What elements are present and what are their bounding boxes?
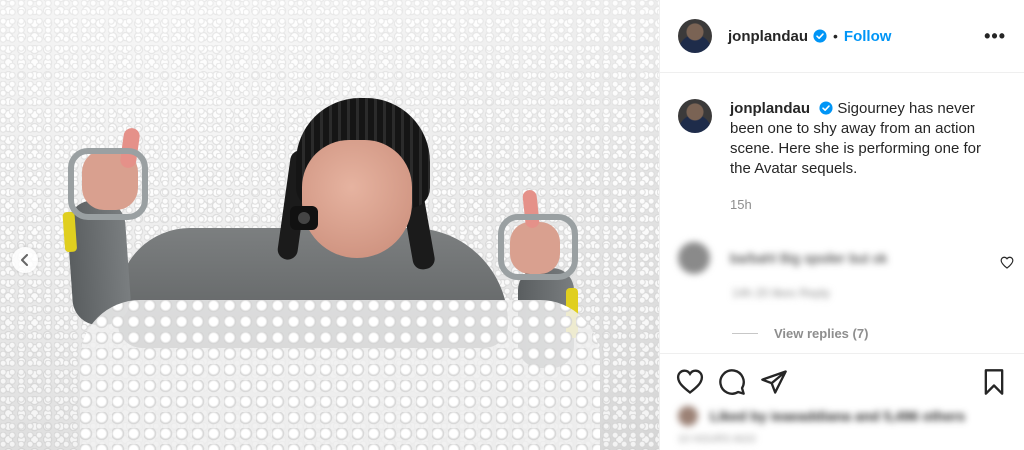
post-side-panel: jonplandau • Follow ••• jonplandau Sigou… [659,0,1024,450]
performer-left-glove [68,148,148,220]
post-actions-area: Liked by ieaeaddiana and 5,496 others 10… [660,353,1024,445]
left-cuff [62,211,78,253]
comment-meta: 14h 20 likes Reply [732,286,831,300]
performer-right-glove [498,214,578,280]
author-avatar[interactable] [678,19,712,53]
heart-icon[interactable] [1000,256,1014,269]
view-replies-label: View replies (7) [774,326,869,341]
verified-badge-icon [819,101,833,115]
post-time[interactable]: 15h [730,197,1024,212]
post-header: jonplandau • Follow ••• [660,0,1024,73]
head-camera [290,206,318,230]
likes-row: Liked by ieaeaddiana and 5,496 others [660,396,1024,426]
header-separator: • [833,28,838,44]
caption-row: jonplandau Sigourney has never been one … [660,73,1024,179]
caption: jonplandau Sigourney has never been one … [730,99,1000,179]
verified-badge-icon [813,29,827,43]
comment-icon[interactable] [718,368,746,396]
caption-avatar[interactable] [678,99,712,133]
bookmark-icon[interactable] [980,368,1008,396]
replies-divider [732,333,758,334]
carousel-prev-button[interactable] [12,247,38,273]
post-date: 10 HOURS AGO [678,434,757,445]
commenter-avatar[interactable] [678,242,710,274]
caption-username[interactable]: jonplandau [730,100,810,117]
view-replies-button[interactable]: View replies (7) [732,326,1024,341]
post-photo[interactable] [0,0,659,450]
heart-icon[interactable] [676,368,704,396]
comment-text: ba/bahl Big spoiler but ok [730,250,888,266]
follow-button[interactable]: Follow [844,28,892,45]
performer-face [302,140,412,258]
comment-item: ba/bahl Big spoiler but ok [660,212,1024,274]
more-options-button[interactable]: ••• [984,26,1006,47]
ball-pit-foreground [80,300,600,450]
author-username[interactable]: jonplandau [728,28,808,45]
action-bar [660,354,1024,396]
likes-text[interactable]: Liked by ieaeaddiana and 5,496 others [710,408,965,424]
liker-avatar[interactable] [678,406,698,426]
chevron-left-icon [21,254,28,266]
paper-plane-icon[interactable] [760,368,788,396]
